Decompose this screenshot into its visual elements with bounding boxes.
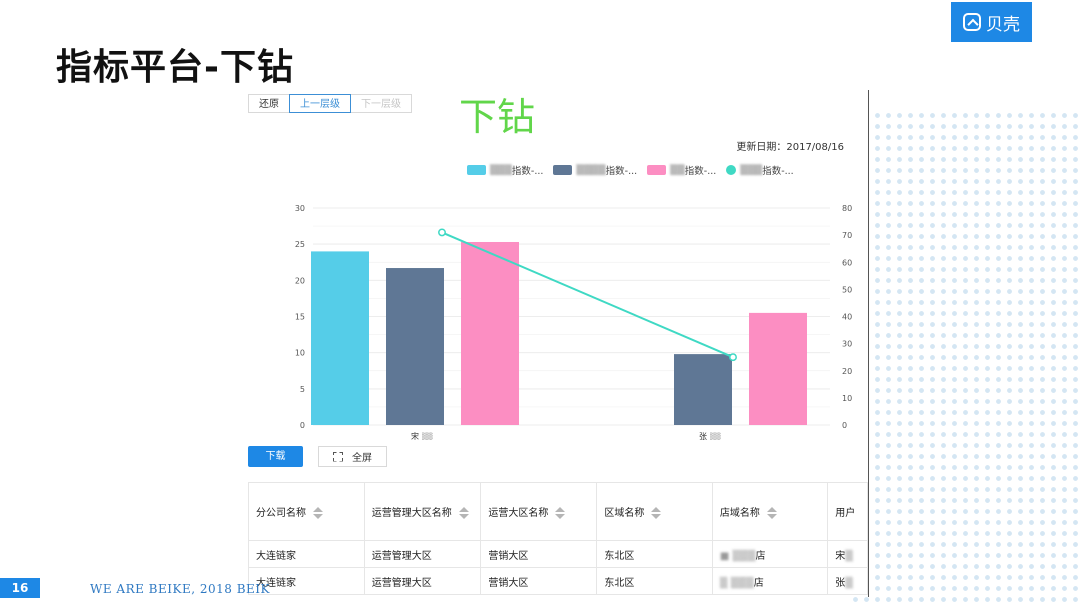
y-right-tick-label: 60 [842,258,852,267]
column-header[interactable]: 分公司名称 [248,482,365,541]
y-right-tick-label: 50 [842,285,852,294]
legend-swatch [467,165,486,175]
legend-swatch [553,165,573,175]
dot-pattern-decoration [850,110,1080,607]
y-left-tick-label: 20 [295,276,305,285]
table-header-row: 分公司名称 运营管理大区名称 运营大区名称 区域名称 店域名称 用户 [248,482,868,541]
y-left-tick-label: 30 [295,204,305,213]
y-left-tick-label: 0 [300,421,305,430]
sort-icon[interactable] [766,507,777,519]
legend-item[interactable]: ▒▒ 指数-... [647,163,716,177]
sort-icon[interactable] [313,507,323,519]
x-tick-label: 张 [699,432,707,440]
column-header[interactable]: 用户 [827,482,868,541]
table-cell: 运营管理大区 [363,567,482,595]
sort-icon[interactable] [458,507,469,519]
y-left-tick-label: 15 [295,313,305,322]
bar [311,251,369,425]
footer-text: WE ARE BEIKE, 2018 BEIK [90,582,270,596]
report-panel: 还原 上一层级 下一层级 下钻 更新日期：2017/08/16 ▒▒▒ 指数-..… [245,90,869,597]
y-right-tick-label: 70 [842,231,852,240]
table-cell: ▒ ▒▒▒店 [711,567,829,595]
bar [749,312,807,425]
column-header[interactable]: 区域名称 [596,482,713,541]
bar-line-chart: 05101520253001020304050607080宋 ▒▒ 张 ▒▒ [295,204,852,440]
drill-toolbar: 还原 上一层级 下一层级 [248,94,412,113]
x-tick-label-masked: ▒▒ [710,432,721,440]
page-number: 16 [0,578,40,598]
legend-swatch [647,165,667,175]
table-cell: 张▒ [827,567,868,595]
table-cell: 运营管理大区 [363,540,482,568]
chart-legend: ▒▒▒ 指数-... ▒▒▒▒ 指数-... ▒▒ 指数-... ▒▒▒ 指数-... [467,163,804,177]
fullscreen-label: 全屏 [352,453,372,464]
up-level-button[interactable]: 上一层级 [289,94,351,113]
y-right-tick-label: 20 [842,367,852,376]
y-left-tick-label: 10 [295,349,305,358]
legend-item[interactable]: ▒▒▒▒ 指数-... [553,163,637,177]
fullscreen-button[interactable]: 全屏 [318,446,387,467]
legend-label: 指数-... [762,166,794,177]
x-tick-label: 宋 [411,431,419,440]
table-row[interactable]: 大连链家 运营管理大区 营销大区 东北区 ■ ▒▒▒店 宋▒ [248,540,868,568]
y-right-tick-label: 10 [842,394,852,403]
legend-item[interactable]: ▒▒▒ 指数-... [467,163,543,177]
y-right-tick-label: 40 [842,313,852,322]
slide: 指标平台-下钻 贝壳 还原 上一层级 下一层级 下钻 更新日期：2017/08/… [0,0,1080,607]
table-cell: 营销大区 [480,540,598,568]
drill-down-annotation: 下钻 [459,95,536,139]
sort-icon[interactable] [555,507,566,519]
y-right-tick-label: 30 [842,340,852,349]
table-cell: 东北区 [596,540,713,568]
update-date: 更新日期：2017/08/16 [736,142,844,153]
data-table: 分公司名称 运营管理大区名称 运营大区名称 区域名称 店域名称 用户 大连链家 … [248,482,868,595]
table-row[interactable]: 大连链家 运营管理大区 营销大区 东北区 ▒ ▒▒▒店 张▒ [248,567,868,595]
slide-title: 指标平台-下钻 [56,47,294,88]
y-right-tick-label: 80 [842,204,852,213]
restore-button[interactable]: 还原 [248,94,290,113]
logo-text: 贝壳 [986,14,1020,35]
bar [386,268,444,425]
column-header[interactable]: 运营管理大区名称 [363,482,482,541]
legend-label: 指数-... [605,166,638,177]
line-point [729,353,737,362]
column-header[interactable]: 店域名称 [711,482,829,541]
legend-label: 指数-... [511,166,544,177]
table-cell: 营销大区 [480,567,598,595]
table-cell: 东北区 [596,567,713,595]
table-cell: ■ ▒▒▒店 [711,540,829,568]
download-button[interactable]: 下载 [248,446,303,467]
x-tick-label-masked: ▒▒ [422,432,433,440]
y-right-tick-label: 0 [842,421,847,430]
sort-icon[interactable] [651,507,662,519]
house-icon [963,13,981,31]
bar [461,241,519,425]
y-left-tick-label: 5 [300,385,305,394]
legend-label: 指数-... [684,166,717,177]
down-level-button[interactable]: 下一层级 [350,94,412,113]
fullscreen-icon [333,451,343,462]
legend-dot [726,165,737,175]
table-cell: 宋▒ [827,540,868,568]
table-cell: 大连链家 [248,540,365,568]
line-point [438,228,446,237]
column-header[interactable]: 运营大区名称 [480,482,598,541]
legend-item[interactable]: ▒▒▒ 指数-... [726,163,794,177]
brand-logo: 贝壳 [951,2,1032,42]
y-left-tick-label: 25 [295,240,305,249]
bar [674,354,732,425]
